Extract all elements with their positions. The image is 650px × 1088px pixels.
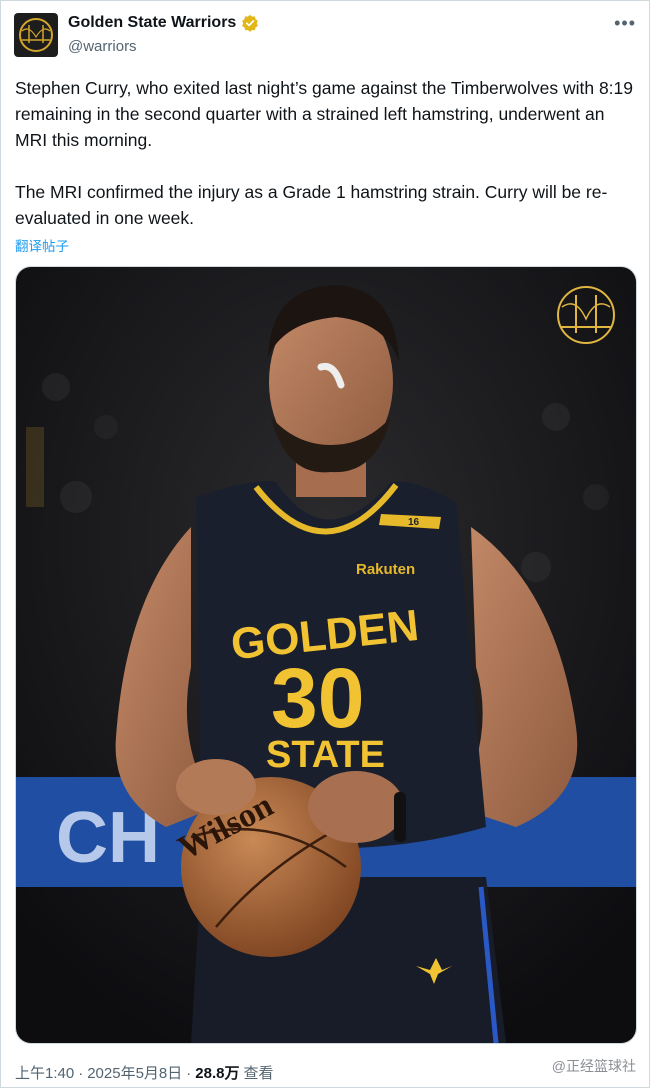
tweet-text: Stephen Curry, who exited last night’s g…: [15, 75, 635, 231]
tweet-paragraph: The MRI confirmed the injury as a Grade …: [15, 182, 608, 228]
name-row: Golden State Warriors: [68, 14, 259, 32]
post-date[interactable]: 2025年5月8日: [87, 1062, 182, 1083]
views-count: 28.8万: [195, 1065, 240, 1082]
display-name[interactable]: Golden State Warriors: [68, 14, 236, 32]
source-watermark: @正经篮球社: [551, 1058, 636, 1074]
strap-number: 16: [408, 517, 420, 528]
account-avatar[interactable]: [14, 13, 58, 57]
account-handle[interactable]: @warriors: [68, 38, 137, 55]
jersey-sponsor: Rakuten: [356, 561, 415, 578]
player-photo-illustration: CH 16 Rakuten GOLDEN 30 STATE Wilson: [16, 267, 636, 1043]
tweet-paragraph: Stephen Curry, who exited last night’s g…: [15, 78, 634, 150]
post-time[interactable]: 上午1:40: [15, 1062, 74, 1083]
tweet-metadata: 上午1:40 · 2025年5月8日 · 28.8万 查看: [15, 1062, 273, 1083]
separator: ·: [186, 1065, 192, 1082]
jersey-wordmark-2: STATE: [266, 734, 385, 776]
tweet-photo[interactable]: CH 16 Rakuten GOLDEN 30 STATE Wilson: [15, 266, 637, 1044]
more-options-icon[interactable]: •••: [614, 13, 636, 34]
jersey-number: 30: [271, 651, 364, 745]
verified-badge-icon: [242, 14, 259, 32]
separator: ·: [78, 1065, 84, 1082]
warriors-logo-icon: [19, 18, 53, 52]
translate-post-link[interactable]: 翻译帖子: [15, 235, 69, 255]
views-label: 查看: [243, 1065, 274, 1082]
